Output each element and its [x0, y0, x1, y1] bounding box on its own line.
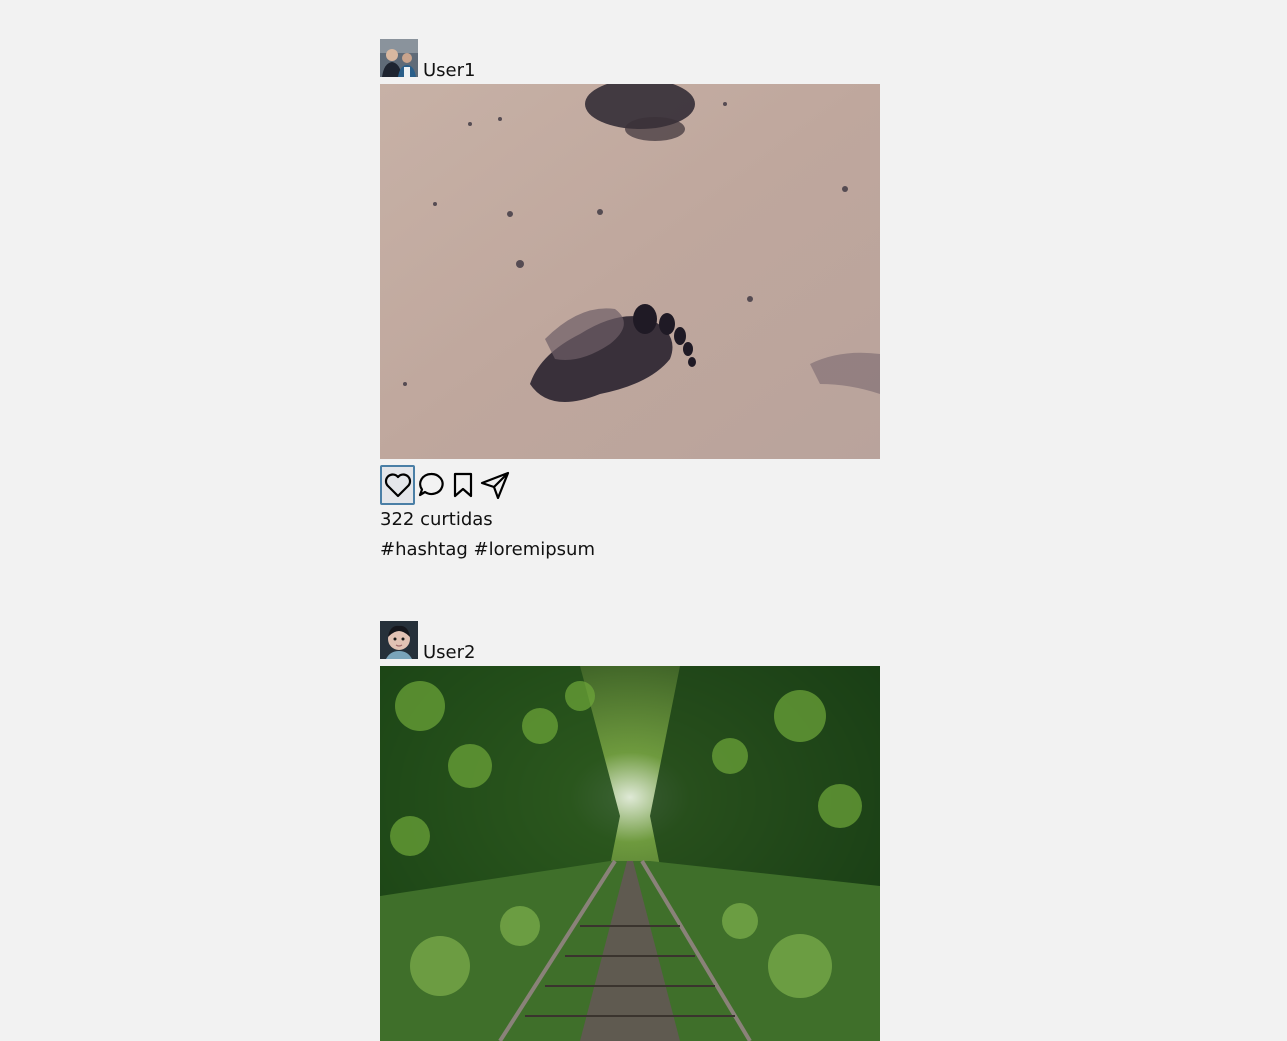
post-photo[interactable]	[380, 84, 880, 459]
post-header: User1	[380, 39, 880, 84]
post-photo[interactable]	[380, 666, 880, 1041]
comment-button[interactable]	[415, 467, 447, 503]
save-button[interactable]	[447, 467, 479, 503]
like-button[interactable]	[380, 465, 415, 505]
post: User2	[380, 621, 880, 1041]
comment-icon	[418, 472, 444, 497]
bookmark-icon	[453, 472, 473, 498]
railway-forest-photo	[380, 666, 880, 1041]
avatar-image-icon	[380, 39, 418, 77]
post: User1 322 curtidas #hashtag #loremipsum	[380, 39, 880, 561]
send-icon	[480, 471, 510, 499]
post-header: User2	[380, 621, 880, 666]
username[interactable]: User1	[423, 61, 475, 81]
username[interactable]: User2	[423, 643, 475, 663]
post-caption: #hashtag #loremipsum	[380, 539, 595, 560]
user-avatar[interactable]	[380, 39, 418, 77]
user-avatar[interactable]	[380, 621, 418, 659]
share-button[interactable]	[479, 467, 511, 503]
like-count: 322 curtidas	[380, 509, 493, 530]
footprint-in-sand-photo	[380, 84, 880, 459]
heart-icon	[384, 473, 411, 498]
avatar-image-icon	[380, 621, 418, 659]
post-actions	[380, 465, 880, 505]
feed: User1 322 curtidas #hashtag #loremipsum …	[380, 39, 880, 1041]
